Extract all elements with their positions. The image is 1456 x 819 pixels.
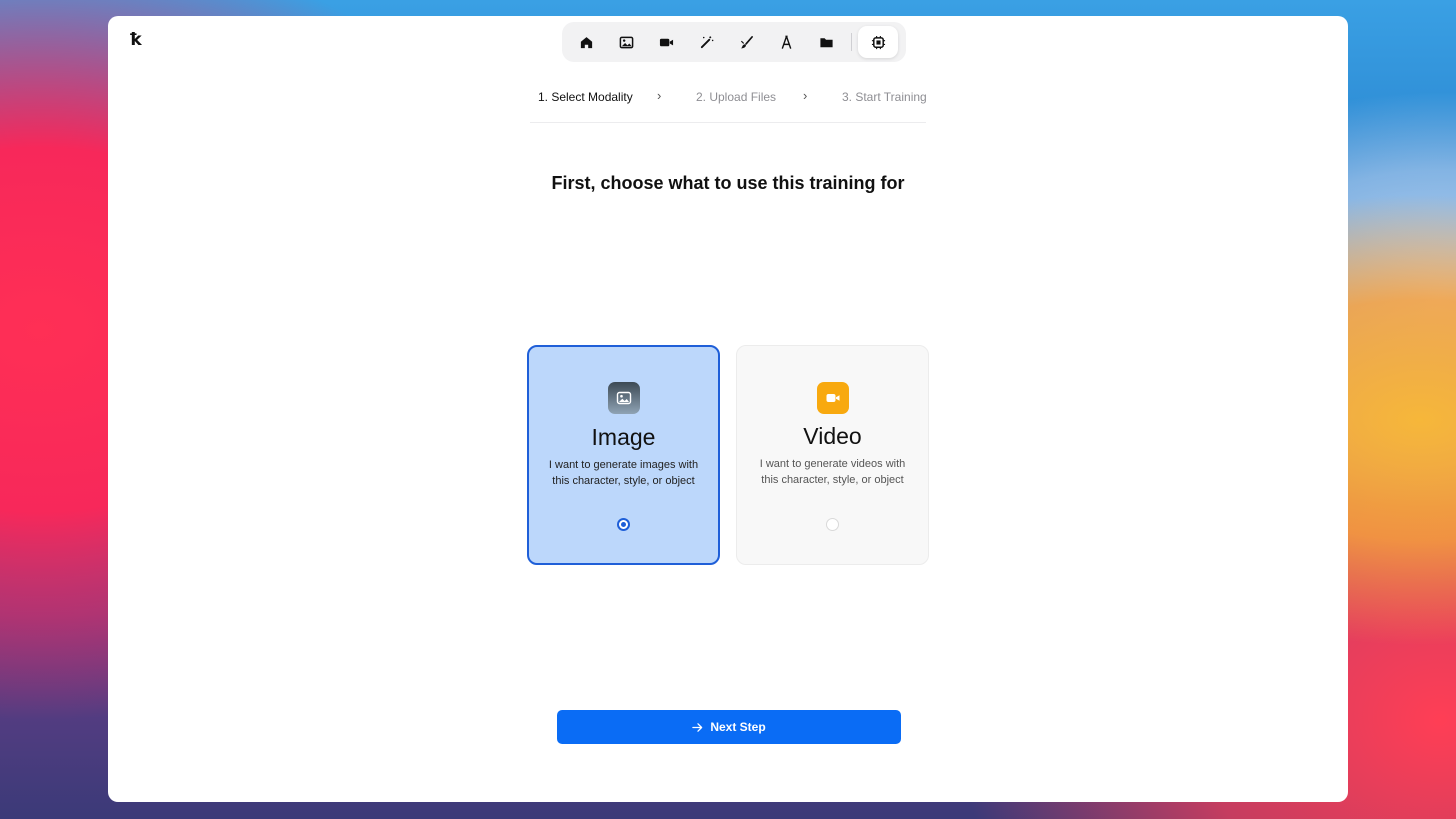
app-logo[interactable]: ꝁ — [130, 31, 146, 49]
top-toolbar — [562, 22, 906, 62]
toolbar-brush-button[interactable] — [726, 26, 766, 58]
next-step-button[interactable]: Next Step — [557, 710, 901, 744]
option-title: Video — [803, 423, 862, 449]
toolbar-font-button[interactable] — [766, 26, 806, 58]
step-select-modality[interactable]: 1. Select Modality — [538, 90, 633, 104]
video-icon — [816, 382, 849, 414]
brush-icon — [740, 35, 753, 48]
option-card-image[interactable]: Image I want to generate images with thi… — [527, 345, 720, 565]
image-icon — [619, 36, 633, 48]
toolbar-folder-button[interactable] — [806, 26, 846, 58]
video-icon — [659, 38, 673, 46]
home-icon — [580, 36, 592, 48]
image-icon — [607, 382, 640, 414]
folder-icon — [819, 37, 833, 47]
chip-icon — [871, 35, 885, 49]
font-icon — [781, 35, 791, 49]
option-card-video[interactable]: Video I want to generate videos with thi… — [736, 345, 929, 565]
step-upload-files[interactable]: 2. Upload Files — [696, 90, 776, 104]
chevron-right-icon: › — [803, 88, 808, 103]
toolbar-training-button[interactable] — [858, 26, 898, 58]
step-indicator: 1. Select Modality › 2. Upload Files › 3… — [530, 88, 927, 123]
arrow-right-icon — [692, 722, 703, 732]
option-description: I want to generate images with this char… — [548, 459, 699, 487]
option-description: I want to generate videos with this char… — [759, 458, 906, 486]
chevron-right-icon: › — [657, 88, 662, 103]
toolbar-image-button[interactable] — [606, 26, 646, 58]
toolbar-home-button[interactable] — [566, 26, 606, 58]
toolbar-divider — [851, 33, 852, 51]
page-title: First, choose what to use this training … — [551, 173, 905, 193]
toolbar-video-button[interactable] — [646, 26, 686, 58]
option-title: Image — [591, 424, 656, 450]
toolbar-magic-wand-button[interactable] — [686, 26, 726, 58]
magic-wand-icon — [700, 35, 713, 48]
app-window: ꝁ 1. Select Modality › 2. Upload Files ›… — [108, 16, 1348, 802]
option-radio-image[interactable] — [616, 518, 630, 531]
next-step-label: Next Step — [710, 720, 766, 734]
step-start-training[interactable]: 3. Start Training — [842, 90, 927, 104]
option-radio-video[interactable] — [825, 518, 839, 531]
